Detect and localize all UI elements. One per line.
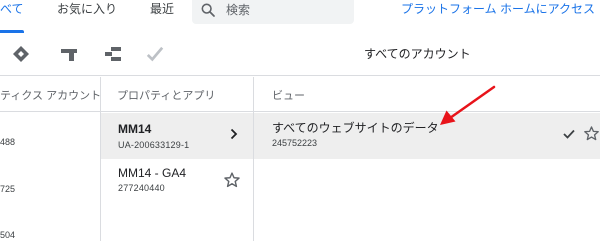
- tab-all[interactable]: べて: [0, 1, 24, 17]
- view-icon[interactable]: [104, 45, 122, 63]
- check-icon[interactable]: [146, 45, 164, 63]
- property-id: 277240440: [118, 183, 165, 193]
- analytics-account-icon[interactable]: [12, 45, 30, 63]
- toolbar-title: すべてのアカウント: [364, 47, 471, 61]
- tab-favorites[interactable]: お気に入り: [57, 1, 117, 17]
- account-item[interactable]: 725: [0, 183, 15, 195]
- properties-column-header: プロパティとアプリ: [117, 90, 216, 102]
- property-name: MM14 - GA4: [118, 166, 187, 180]
- top-bar: べて お気に入り 最近 プラットフォーム ホームにアクセス: [0, 0, 600, 33]
- search-input[interactable]: [226, 2, 346, 18]
- column-divider: [253, 77, 254, 241]
- search-icon: [201, 3, 215, 17]
- star-icon[interactable]: [583, 125, 600, 142]
- account-item[interactable]: 504: [0, 229, 15, 241]
- views-column-header: ビュー: [272, 90, 305, 102]
- star-icon[interactable]: [223, 171, 241, 189]
- property-id: UA-200633129-1: [118, 140, 190, 150]
- check-icon: [563, 129, 575, 139]
- accounts-column-header: ティクス アカウント: [0, 90, 102, 102]
- chevron-right-icon[interactable]: [229, 128, 239, 140]
- platform-home-link[interactable]: プラットフォーム ホームにアクセス: [401, 1, 595, 17]
- view-item-selected[interactable]: [254, 113, 600, 159]
- tab-recent[interactable]: 最近: [150, 1, 174, 17]
- annotation-arrow-icon: [440, 85, 496, 125]
- property-icon[interactable]: [60, 45, 78, 63]
- search-box[interactable]: [192, 0, 354, 24]
- view-id: 245752223: [272, 138, 318, 148]
- view-name: すべてのウェブサイトのデータ: [272, 121, 439, 135]
- property-name: MM14: [118, 122, 152, 136]
- column-toolbar: すべてのアカウント: [0, 33, 600, 76]
- account-item[interactable]: 488: [0, 136, 15, 148]
- header-divider: [0, 111, 600, 112]
